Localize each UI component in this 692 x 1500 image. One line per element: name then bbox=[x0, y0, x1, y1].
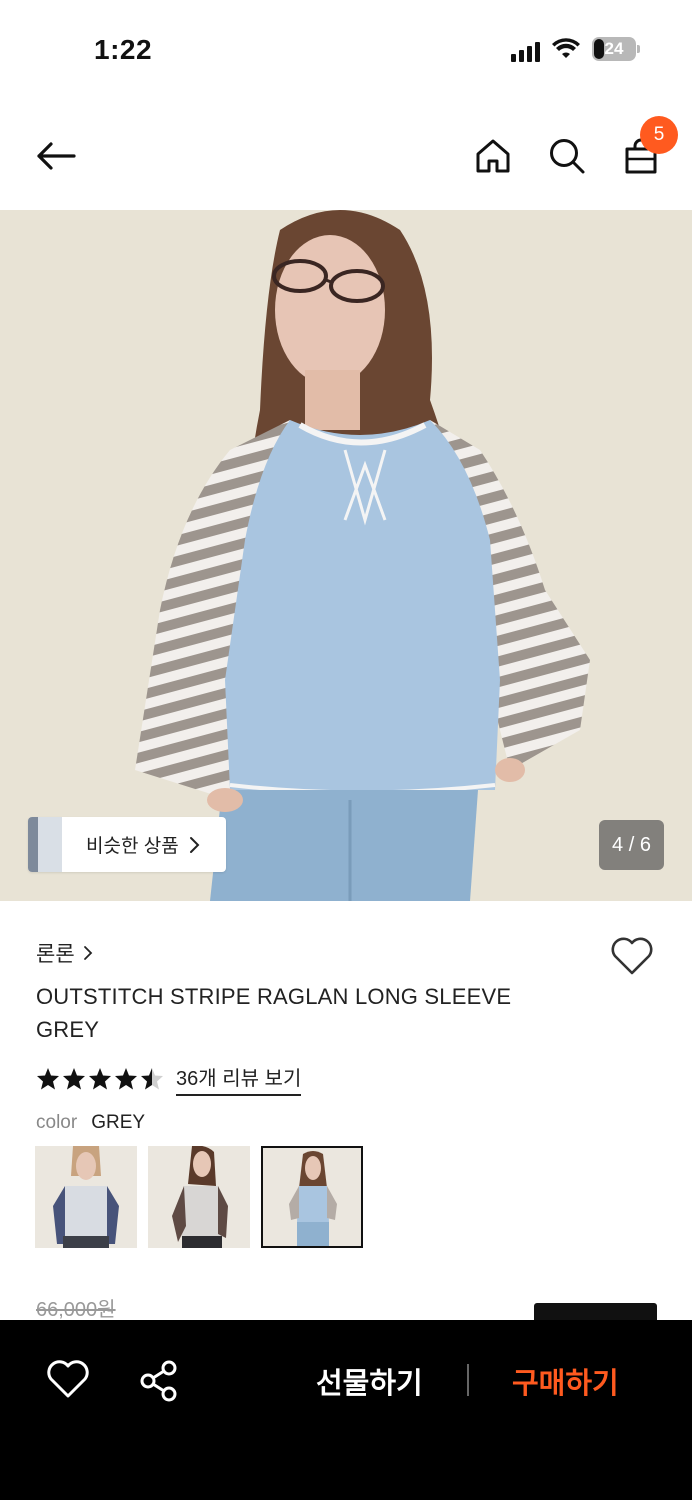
original-price: 66,000원 bbox=[36, 1299, 116, 1321]
color-swatch-grey[interactable] bbox=[261, 1146, 363, 1248]
cart-count-badge: 5 bbox=[640, 116, 678, 154]
search-icon bbox=[550, 139, 585, 174]
bottom-wishlist-button[interactable] bbox=[45, 1358, 91, 1404]
similar-product-thumbnail bbox=[28, 817, 62, 872]
status-time: 1:22 bbox=[94, 34, 153, 65]
bottom-divider bbox=[467, 1364, 469, 1396]
buy-button[interactable]: 구매하기 bbox=[512, 1360, 619, 1402]
color-swatch-navy[interactable] bbox=[35, 1146, 137, 1248]
search-button[interactable] bbox=[543, 132, 591, 180]
chevron-right-icon bbox=[189, 836, 200, 853]
status-bar: 1:22 24 bbox=[0, 0, 692, 100]
battery-level: 24 bbox=[604, 39, 624, 58]
heart-icon bbox=[611, 937, 653, 975]
color-row: color GREY bbox=[36, 1112, 145, 1134]
rating-row: 36개 리뷰 보기 bbox=[36, 1062, 302, 1096]
wifi-icon bbox=[552, 38, 580, 58]
heart-icon bbox=[47, 1360, 89, 1398]
back-button[interactable] bbox=[32, 132, 80, 180]
color-label: color bbox=[36, 1112, 78, 1133]
model-photo bbox=[0, 210, 692, 901]
back-arrow-icon bbox=[37, 142, 76, 170]
star-icon bbox=[115, 1068, 137, 1090]
star-icon bbox=[37, 1068, 59, 1090]
bottom-action-bar: 선물하기 구매하기 bbox=[0, 1320, 692, 1500]
gift-button[interactable]: 선물하기 bbox=[316, 1360, 423, 1402]
image-pager: 4 / 6 bbox=[599, 820, 664, 870]
review-link[interactable]: 36개 리뷰 보기 bbox=[176, 1062, 302, 1096]
battery-icon: 24 bbox=[592, 37, 640, 61]
star-icon bbox=[89, 1068, 111, 1090]
color-swatch-brown[interactable] bbox=[148, 1146, 250, 1248]
top-nav bbox=[0, 110, 692, 206]
wishlist-button[interactable] bbox=[610, 936, 654, 980]
chevron-right-icon bbox=[83, 946, 92, 960]
color-swatches bbox=[35, 1146, 363, 1248]
similar-products-label: 비슷한 상품 bbox=[86, 836, 179, 857]
status-icons: 24 bbox=[511, 36, 640, 62]
brand-name: 론론 bbox=[36, 943, 75, 966]
home-icon bbox=[476, 139, 510, 173]
cellular-signal-icon bbox=[511, 36, 540, 62]
product-image[interactable] bbox=[0, 210, 692, 901]
similar-products-button[interactable]: 비슷한 상품 bbox=[28, 817, 226, 872]
color-value: GREY bbox=[91, 1112, 146, 1133]
product-title: OUTSTITCH STRIPE RAGLAN LONG SLEEVE GREY bbox=[36, 984, 512, 1042]
star-icon bbox=[63, 1068, 85, 1090]
share-button[interactable] bbox=[136, 1358, 182, 1404]
brand-link[interactable]: 론론 bbox=[36, 938, 93, 968]
share-icon bbox=[140, 1360, 177, 1402]
star-rating bbox=[36, 1067, 164, 1091]
star-icon bbox=[141, 1068, 163, 1090]
home-button[interactable] bbox=[469, 132, 517, 180]
